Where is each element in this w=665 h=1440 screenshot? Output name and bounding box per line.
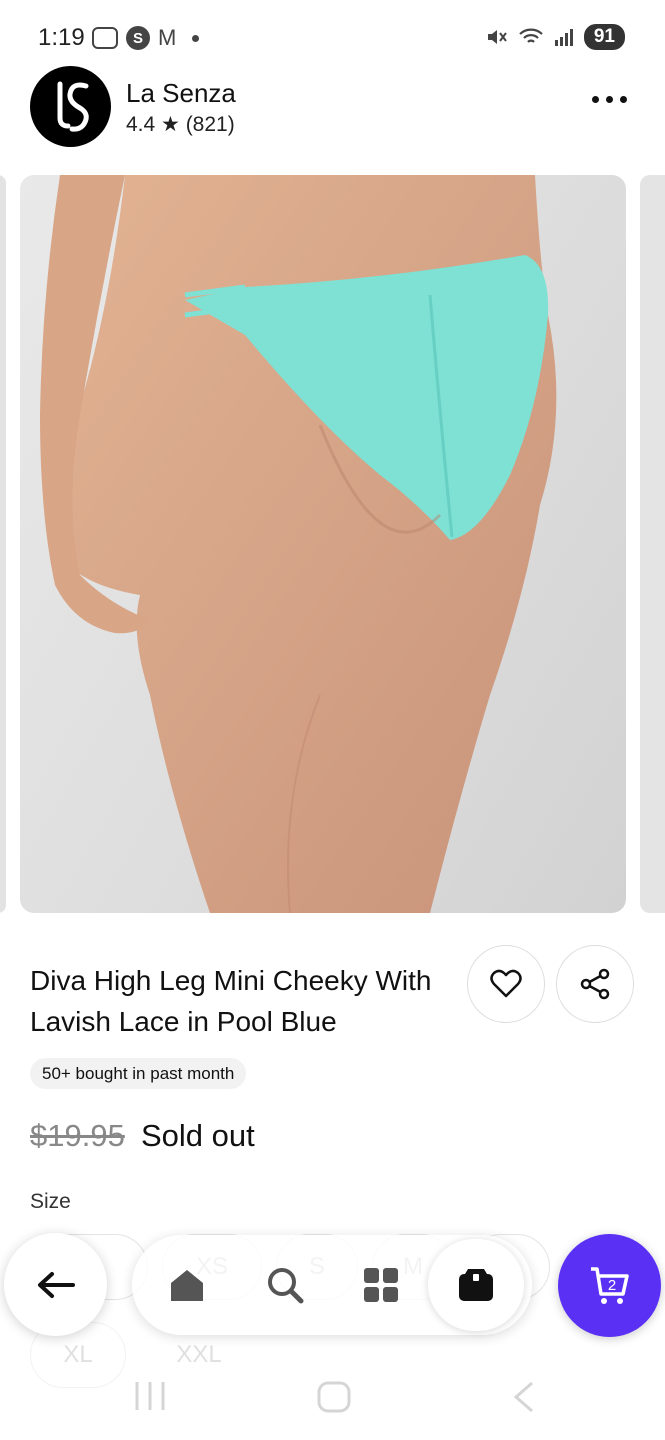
cart-icon: 2 xyxy=(590,1266,629,1304)
battery-indicator: 91 xyxy=(583,24,625,50)
back-button[interactable] xyxy=(4,1233,107,1336)
size-label: Size xyxy=(30,1190,71,1213)
store-rating: 4.4 ★ (821) xyxy=(126,113,235,136)
dot-icon xyxy=(620,96,627,103)
dot-icon xyxy=(606,96,613,103)
home-button-icon[interactable] xyxy=(316,1380,352,1414)
availability-status: Sold out xyxy=(141,1118,255,1153)
mute-icon xyxy=(487,30,507,44)
product-title: Diva High Leg Mini Cheeky With Lavish La… xyxy=(30,965,432,1037)
notification-icons: S M xyxy=(92,25,200,50)
nav-categories[interactable] xyxy=(346,1250,416,1320)
share-icon xyxy=(580,968,610,1000)
signal-icon xyxy=(554,29,573,46)
la-senza-logo-icon xyxy=(57,81,89,132)
system-back-icon[interactable] xyxy=(508,1380,538,1414)
nav-home[interactable] xyxy=(152,1250,222,1320)
store-logo[interactable] xyxy=(30,66,111,147)
package-icon xyxy=(459,1269,493,1301)
screenshot-icon xyxy=(92,27,118,49)
nav-search[interactable] xyxy=(250,1250,320,1320)
home-icon xyxy=(171,1270,203,1301)
wifi-icon xyxy=(519,28,543,43)
status-bar: 1:19 S M 91 xyxy=(0,0,665,70)
gmail-icon: M xyxy=(158,25,177,50)
dot-icon xyxy=(592,96,599,103)
product-photo-illustration xyxy=(40,175,557,913)
cart-button[interactable]: 2 xyxy=(558,1234,661,1337)
system-icons: 91 xyxy=(486,24,625,50)
more-notifications-icon xyxy=(192,34,200,42)
bottom-nav xyxy=(132,1235,532,1335)
store-name[interactable]: La Senza xyxy=(126,78,236,109)
next-image-peek[interactable] xyxy=(640,175,665,913)
grid-icon xyxy=(364,1268,398,1302)
more-options-button[interactable] xyxy=(592,96,627,103)
search-icon xyxy=(268,1268,304,1304)
previous-image-peek[interactable] xyxy=(0,175,6,913)
heart-icon xyxy=(490,969,522,998)
product-image[interactable] xyxy=(20,175,626,913)
popularity-badge: 50+ bought in past month xyxy=(30,1058,247,1089)
s-app-icon: S xyxy=(126,26,150,50)
original-price: $19.95 xyxy=(30,1118,125,1153)
cart-count: 2 xyxy=(607,1277,615,1294)
favorite-button[interactable] xyxy=(467,945,545,1023)
share-button[interactable] xyxy=(556,945,634,1023)
system-nav-bar xyxy=(0,1364,665,1440)
nav-orders[interactable] xyxy=(428,1239,524,1331)
recent-apps-icon[interactable] xyxy=(133,1380,167,1412)
status-time: 1:19 xyxy=(38,24,85,51)
arrow-left-icon xyxy=(37,1271,75,1298)
